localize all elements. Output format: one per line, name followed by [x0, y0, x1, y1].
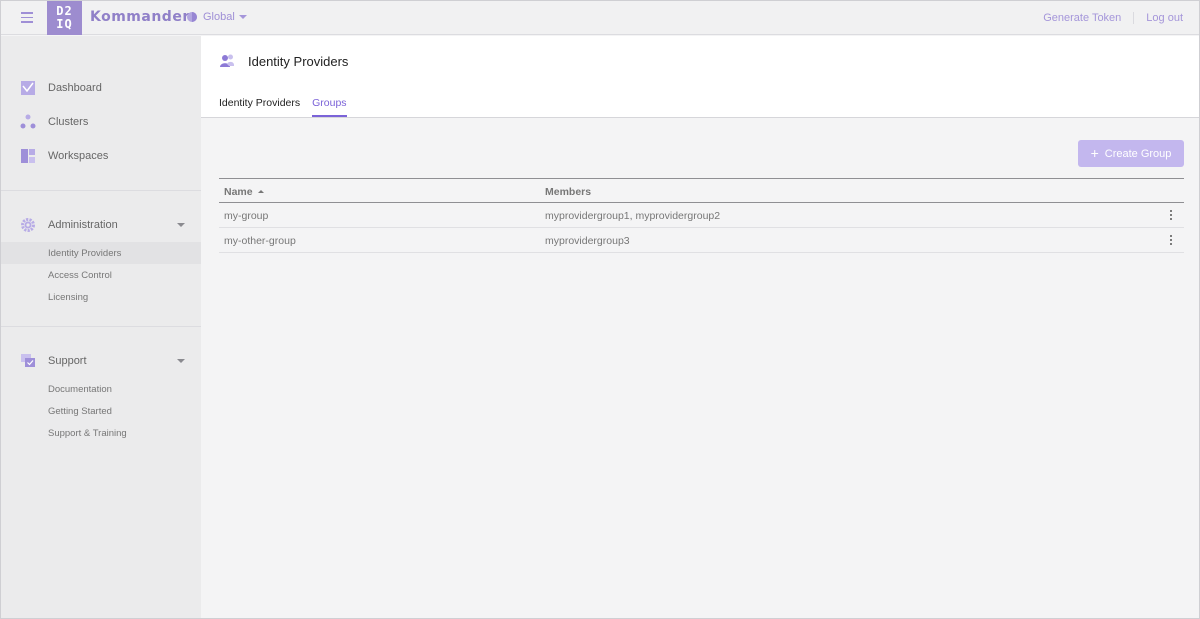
tab-identity-providers[interactable]: Identity Providers	[219, 97, 300, 117]
logo-line-2: IQ	[56, 17, 73, 31]
plus-icon: +	[1090, 145, 1099, 161]
divider	[1133, 12, 1135, 24]
group-members-cell: myprovidergroup1, myprovidergroup2	[545, 210, 721, 222]
clusters-icon	[20, 114, 36, 129]
gear-icon	[21, 218, 35, 232]
sidebar-item-getting-started[interactable]: Getting Started	[1, 400, 201, 422]
table-header: Name Members	[219, 178, 1184, 203]
create-group-label: Create Group	[1104, 147, 1172, 160]
app-window: D2 IQ Kommander Global Generate Token Lo…	[0, 0, 1200, 619]
generate-token-link[interactable]: Generate Token	[1043, 12, 1121, 24]
sidebar-item-clusters[interactable]: Clusters	[1, 110, 201, 134]
more-options-icon[interactable]	[1170, 235, 1173, 246]
column-header-label: Members	[545, 186, 592, 198]
page-header: Identity Providers Identity Providers Gr…	[201, 36, 1199, 118]
chevron-down-icon	[238, 15, 247, 19]
section-label: Support	[48, 355, 87, 367]
section-label: Administration	[48, 219, 118, 231]
tab-bar: Identity Providers Groups	[219, 97, 359, 117]
sidebar-item-documentation[interactable]: Documentation	[1, 378, 201, 400]
dashboard-icon	[21, 81, 35, 95]
sidebar-item-identity-providers[interactable]: Identity Providers	[1, 242, 201, 264]
table-row[interactable]: my-group myprovidergroup1, myprovidergro…	[219, 203, 1184, 228]
scope-selector[interactable]: Global	[187, 11, 247, 23]
sidebar-item-label: Identity Providers	[48, 248, 122, 259]
sidebar-item-access-control[interactable]: Access Control	[1, 264, 201, 286]
sidebar-divider	[1, 190, 201, 191]
column-header-name[interactable]: Name	[224, 186, 264, 198]
top-bar: D2 IQ Kommander Global Generate Token Lo…	[1, 1, 1199, 35]
column-header-members[interactable]: Members	[545, 186, 591, 198]
chevron-down-icon	[177, 223, 185, 227]
sidebar-item-label: Getting Started	[48, 406, 112, 417]
groups-table: Name Members my-group myprovidergroup1, …	[219, 178, 1184, 253]
page-title: Identity Providers	[248, 54, 349, 69]
logout-link[interactable]: Log out	[1146, 12, 1183, 24]
sidebar-item-label: Support & Training	[48, 428, 127, 439]
chevron-down-icon	[177, 359, 185, 363]
sidebar: Dashboard Clusters Workspaces Administra…	[1, 36, 201, 618]
identity-provider-icon	[220, 54, 234, 67]
group-name-cell: my-other-group	[224, 235, 296, 247]
sidebar-item-workspaces[interactable]: Workspaces	[1, 144, 201, 168]
sidebar-section-support[interactable]: Support	[1, 349, 201, 373]
table-row[interactable]: my-other-group myprovidergroup3	[219, 228, 1184, 253]
workspaces-icon	[21, 149, 35, 163]
group-name-cell: my-group	[224, 210, 269, 222]
column-header-label: Name	[224, 186, 253, 198]
sidebar-item-label: Documentation	[48, 384, 112, 395]
more-options-icon[interactable]	[1170, 210, 1173, 221]
group-members-cell: myprovidergroup3	[545, 235, 630, 247]
globe-icon	[187, 12, 197, 22]
sidebar-item-dashboard[interactable]: Dashboard	[1, 76, 201, 100]
sidebar-item-label: Workspaces	[48, 150, 109, 162]
scope-label: Global	[203, 11, 235, 23]
tab-groups[interactable]: Groups	[312, 97, 347, 117]
sidebar-item-label: Licensing	[48, 292, 89, 303]
sidebar-item-support-training[interactable]: Support & Training	[1, 422, 201, 444]
support-chat-icon	[21, 354, 35, 367]
sidebar-section-administration[interactable]: Administration	[1, 213, 201, 237]
create-group-button[interactable]: + Create Group	[1078, 140, 1184, 167]
d2iq-logo[interactable]: D2 IQ	[47, 1, 82, 35]
sidebar-divider	[1, 326, 201, 327]
hamburger-menu-icon[interactable]	[21, 12, 33, 24]
sidebar-item-label: Clusters	[48, 116, 89, 128]
sidebar-item-label: Dashboard	[48, 82, 102, 94]
top-actions: Generate Token Log out	[1043, 12, 1183, 24]
sidebar-item-licensing[interactable]: Licensing	[1, 286, 201, 308]
sort-ascending-icon	[257, 190, 264, 193]
sidebar-item-label: Access Control	[48, 270, 112, 281]
brand-name: Kommander	[90, 9, 190, 25]
